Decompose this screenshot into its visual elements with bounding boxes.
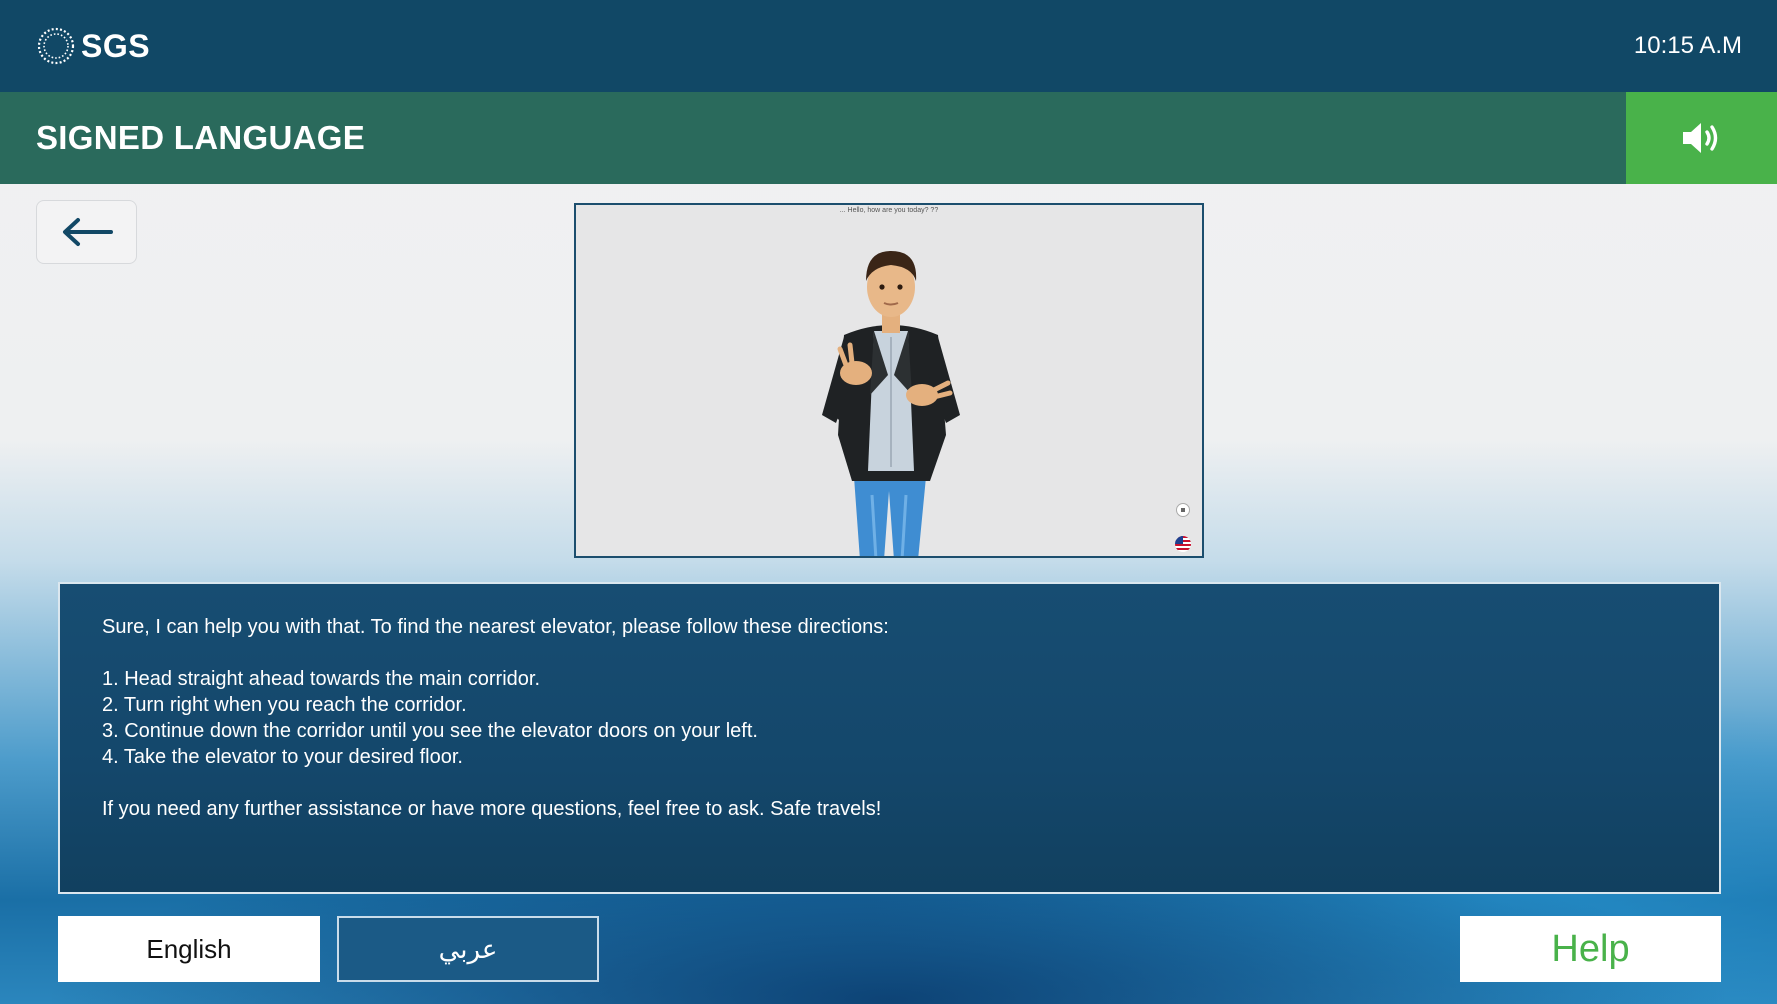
response-closing: If you need any further assistance or ha…	[102, 798, 882, 820]
directions-list: 1. Head straight ahead towards the main …	[102, 666, 1677, 770]
sign-language-video[interactable]: ... Hello, how are you today? ??	[574, 203, 1204, 558]
english-language-button[interactable]: English	[58, 916, 320, 982]
top-bar: SGS 10:15 A.M	[0, 0, 1777, 92]
arrow-left-icon	[62, 218, 113, 246]
video-caption: ... Hello, how are you today? ??	[839, 207, 939, 214]
logo-text: SGS	[81, 27, 151, 64]
direction-step: 3. Continue down the corridor until you …	[102, 720, 758, 742]
clock: 10:15 A.M	[1633, 32, 1742, 59]
sgs-logo: SGS	[35, 25, 150, 67]
direction-step: 1. Head straight ahead towards the main …	[102, 668, 541, 690]
signing-avatar	[822, 251, 960, 556]
direction-step: 2. Turn right when you reach the corrido…	[102, 694, 467, 716]
direction-step: 4. Take the elevator to your desired flo…	[102, 746, 463, 768]
sound-button[interactable]	[1626, 92, 1777, 184]
arabic-language-button[interactable]: عربي	[337, 916, 599, 982]
video-settings-button[interactable]	[1176, 503, 1190, 517]
us-flag-icon[interactable]	[1175, 536, 1191, 552]
page-title: SIGNED LANGUAGE	[36, 119, 366, 156]
help-button[interactable]: Help	[1460, 916, 1721, 982]
assistant-response-panel: Sure, I can help you with that. To find …	[58, 582, 1721, 894]
sgs-logo-icon	[37, 27, 75, 65]
speaker-volume-icon	[1682, 123, 1717, 153]
response-intro: Sure, I can help you with that. To find …	[102, 616, 889, 638]
back-button[interactable]	[36, 200, 137, 264]
title-bar: SIGNED LANGUAGE	[0, 92, 1777, 184]
